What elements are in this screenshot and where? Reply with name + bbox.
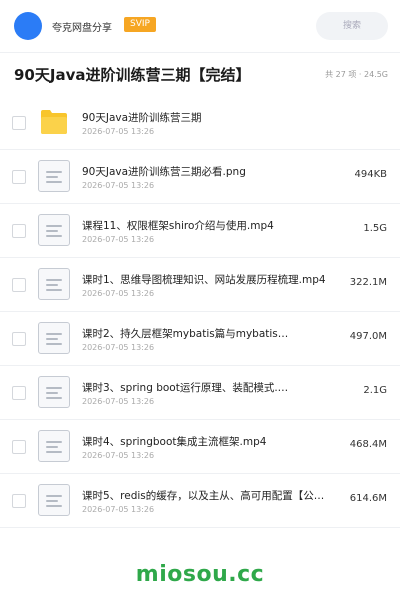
select-checkbox[interactable] xyxy=(12,224,26,238)
file-size: 614.6M xyxy=(349,493,387,504)
top-bar: 夸克网盘分享 SVIP 搜索 xyxy=(0,0,400,52)
file-icon xyxy=(38,322,70,354)
select-checkbox[interactable] xyxy=(12,386,26,400)
file-date: 2026-07-05 13:26 xyxy=(82,451,155,460)
select-checkbox[interactable] xyxy=(12,494,26,508)
file-name: 课时3、spring boot运行原理、装配模式.… xyxy=(82,382,289,394)
file-icon xyxy=(38,268,70,300)
file-icon xyxy=(38,376,70,408)
select-checkbox[interactable] xyxy=(12,278,26,292)
file-size: 497.0M xyxy=(349,331,387,342)
folder-icon xyxy=(38,106,70,138)
file-size: 322.1M xyxy=(349,277,387,288)
file-name: 课时4、springboot集成主流框架.mp4 xyxy=(82,436,267,448)
avatar[interactable] xyxy=(14,12,42,40)
list-item[interactable]: 课时1、思维导图梳理知识、网站发展历程梳理.mp4 2026-07-05 13:… xyxy=(0,258,400,312)
file-name: 课时2、持久层框架mybatis篇与mybatis… xyxy=(82,328,289,340)
select-checkbox[interactable] xyxy=(12,170,26,184)
svip-badge: SVIP xyxy=(124,17,156,32)
file-size: 1.5G xyxy=(363,223,387,234)
file-name: 课时1、思维导图梳理知识、网站发展历程梳理.mp4 xyxy=(82,274,326,286)
file-icon xyxy=(38,160,70,192)
select-checkbox[interactable] xyxy=(12,440,26,454)
file-icon xyxy=(38,484,70,516)
file-date: 2026-07-05 13:26 xyxy=(82,235,155,244)
page-title: 90天Java进阶训练营三期【完结】 xyxy=(14,66,251,84)
list-item[interactable]: 90天Java进阶训练营三期 2026-07-05 13:26 xyxy=(0,96,400,150)
file-date: 2026-07-05 13:26 xyxy=(82,397,155,406)
file-date: 2026-07-05 13:26 xyxy=(82,181,155,190)
brand-name: 夸克网盘分享 xyxy=(52,23,112,34)
select-checkbox[interactable] xyxy=(12,332,26,346)
file-date: 2026-07-05 13:26 xyxy=(82,289,155,298)
file-size: 468.4M xyxy=(349,439,387,450)
item-summary: 共 27 项 · 24.5G xyxy=(325,70,388,79)
list-item[interactable]: 课时4、springboot集成主流框架.mp4 2026-07-05 13:2… xyxy=(0,420,400,474)
file-date: 2026-07-05 13:26 xyxy=(82,127,155,136)
list-item[interactable]: 课时3、spring boot运行原理、装配模式.… 2026-07-05 13… xyxy=(0,366,400,420)
file-date: 2026-07-05 13:26 xyxy=(82,343,155,352)
list-item[interactable]: 课时2、持久层框架mybatis篇与mybatis… 2026-07-05 13… xyxy=(0,312,400,366)
search-button[interactable]: 搜索 xyxy=(316,12,388,40)
list-item[interactable]: 课程11、权限框架shiro介绍与使用.mp4 2026-07-05 13:26… xyxy=(0,204,400,258)
header-divider xyxy=(0,52,400,53)
file-size: 494KB xyxy=(354,169,387,180)
file-list: 90天Java进阶训练营三期 2026-07-05 13:26 90天Java进… xyxy=(0,96,400,528)
file-name: 课时5、redis的缓存，以及主从、高可用配置【公… xyxy=(82,490,325,502)
file-date: 2026-07-05 13:26 xyxy=(82,505,155,514)
file-name: 90天Java进阶训练营三期必看.png xyxy=(82,166,246,178)
file-icon xyxy=(38,214,70,246)
watermark-logo: miosou.cc xyxy=(135,562,265,587)
list-item[interactable]: 90天Java进阶训练营三期必看.png 2026-07-05 13:26 49… xyxy=(0,150,400,204)
list-item[interactable]: 课时5、redis的缓存，以及主从、高可用配置【公… 2026-07-05 13… xyxy=(0,474,400,528)
file-size: 2.1G xyxy=(363,385,387,396)
file-name: 90天Java进阶训练营三期 xyxy=(82,112,202,124)
file-icon xyxy=(38,430,70,462)
select-checkbox[interactable] xyxy=(12,116,26,130)
file-name: 课程11、权限框架shiro介绍与使用.mp4 xyxy=(82,220,274,232)
